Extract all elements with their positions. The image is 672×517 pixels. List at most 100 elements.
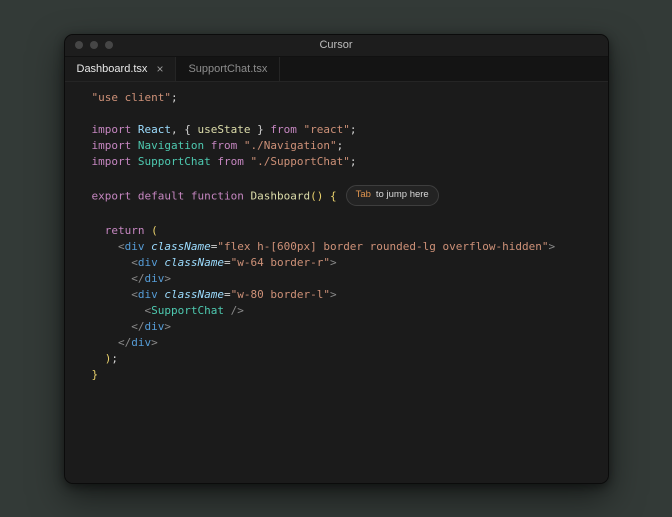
code-token: "./SupportChat" bbox=[250, 154, 350, 168]
code-line[interactable]: import Navigation from "./Navigation"; bbox=[92, 138, 600, 154]
code-token: ; bbox=[336, 138, 344, 152]
hint-key-label: Tab bbox=[355, 188, 371, 200]
code-token: className bbox=[151, 239, 211, 253]
code-token: </ bbox=[118, 335, 132, 349]
code-token: from bbox=[210, 138, 238, 152]
code-token: { bbox=[329, 189, 337, 202]
code-token: div bbox=[144, 271, 165, 285]
code-token: div bbox=[131, 335, 152, 349]
code-line[interactable]: } bbox=[92, 367, 600, 383]
window-controls bbox=[65, 41, 113, 49]
code-token: > bbox=[164, 319, 171, 333]
code-token: < bbox=[131, 255, 138, 269]
code-token: from bbox=[217, 154, 244, 168]
code-token: Navigation bbox=[137, 138, 205, 152]
code-token: > bbox=[164, 271, 171, 285]
code-line[interactable]: export default function Dashboard() { Tab… bbox=[91, 184, 600, 207]
code-token: import bbox=[91, 122, 132, 136]
code-token: function bbox=[190, 189, 244, 202]
code-token: import bbox=[91, 138, 132, 152]
code-token: } bbox=[91, 367, 99, 381]
code-line[interactable]: </div> bbox=[92, 319, 600, 335]
code-token: div bbox=[137, 255, 158, 269]
window-title: Cursor bbox=[319, 39, 353, 51]
cursor-window: Cursor Dashboard.tsx × SupportChat.tsx "… bbox=[63, 33, 609, 484]
code-editor[interactable]: "use client"; import React, { useState } … bbox=[64, 81, 608, 483]
minimize-window-button[interactable] bbox=[89, 41, 98, 49]
code-token: ; bbox=[170, 90, 178, 104]
code-token: SupportChat bbox=[137, 154, 211, 168]
code-token: "w-64 border-r" bbox=[230, 255, 330, 269]
code-line[interactable] bbox=[92, 207, 600, 223]
code-token: div bbox=[137, 287, 158, 301]
code-line[interactable]: import SupportChat from "./SupportChat"; bbox=[92, 154, 600, 170]
window-titlebar[interactable]: Cursor bbox=[64, 34, 608, 57]
code-token: React bbox=[137, 122, 171, 136]
code-token: "use client" bbox=[91, 90, 171, 104]
code-token: import bbox=[91, 154, 132, 168]
tab-supportchat[interactable]: SupportChat.tsx bbox=[176, 56, 281, 81]
tab-label: Dashboard.tsx bbox=[76, 62, 148, 75]
code-token: ( bbox=[151, 223, 158, 237]
tab-dashboard[interactable]: Dashboard.tsx × bbox=[64, 56, 177, 81]
desktop-background: Cursor Dashboard.tsx × SupportChat.tsx "… bbox=[0, 0, 672, 517]
code-token: div bbox=[124, 239, 145, 253]
code-token: Dashboard bbox=[250, 189, 311, 202]
code-line[interactable] bbox=[92, 170, 600, 186]
code-token: ; bbox=[349, 154, 357, 168]
code-line[interactable]: <div className="w-64 border-r"> bbox=[92, 255, 600, 271]
code-token: "w-80 border-l" bbox=[230, 287, 330, 301]
code-token: "./Navigation" bbox=[243, 138, 337, 152]
code-token: default bbox=[137, 189, 185, 202]
code-line[interactable]: <div className="w-80 border-l"> bbox=[92, 287, 600, 303]
code-token: , { bbox=[171, 122, 198, 136]
code-token: className bbox=[164, 255, 224, 269]
code-token: export bbox=[91, 189, 132, 202]
code-token: ; bbox=[349, 122, 357, 136]
code-line[interactable]: </div> bbox=[92, 335, 600, 351]
code-token: > bbox=[329, 287, 337, 301]
maximize-window-button[interactable] bbox=[104, 41, 113, 49]
code-token: </ bbox=[131, 271, 145, 285]
close-window-button[interactable] bbox=[74, 41, 83, 49]
hint-text-label: to jump here bbox=[375, 188, 429, 200]
code-line[interactable]: <div className="flex h-[600px] border ro… bbox=[92, 239, 600, 255]
code-token: </ bbox=[131, 319, 145, 333]
code-token: ; bbox=[111, 351, 118, 365]
code-token: () bbox=[310, 189, 324, 202]
code-line[interactable]: import React, { useState } from "react"; bbox=[92, 122, 600, 138]
tab-bar: Dashboard.tsx × SupportChat.tsx bbox=[64, 56, 608, 82]
code-line[interactable]: "use client"; bbox=[92, 90, 600, 106]
code-line[interactable] bbox=[92, 106, 600, 122]
tab-label: SupportChat.tsx bbox=[188, 62, 268, 75]
code-token: useState bbox=[197, 122, 251, 136]
code-token: "flex h-[600px] border rounded-lg overfl… bbox=[217, 239, 549, 253]
code-line[interactable]: return ( bbox=[92, 223, 600, 239]
code-line[interactable]: ); bbox=[92, 351, 600, 367]
tab-jump-hint: Tab to jump here bbox=[345, 184, 439, 206]
code-token: SupportChat bbox=[151, 303, 224, 317]
code-token: < bbox=[131, 287, 138, 301]
code-token: = bbox=[223, 255, 231, 269]
close-tab-icon[interactable]: × bbox=[156, 63, 163, 75]
code-token: } bbox=[250, 122, 271, 136]
code-line[interactable]: <SupportChat /> bbox=[92, 303, 600, 319]
code-line[interactable]: </div> bbox=[92, 271, 600, 287]
